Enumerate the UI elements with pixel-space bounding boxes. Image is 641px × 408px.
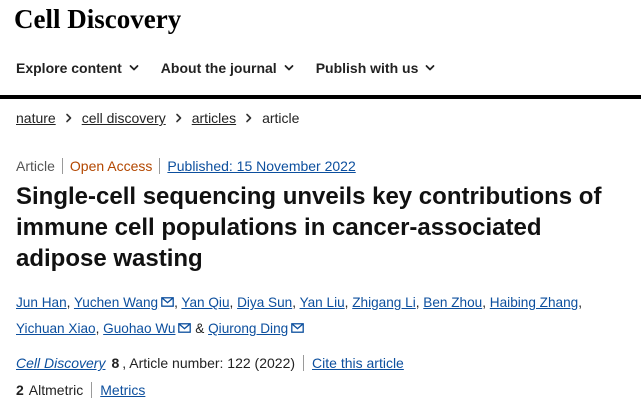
author-link[interactable]: Yan Qiu bbox=[181, 295, 229, 310]
breadcrumb-nature[interactable]: nature bbox=[16, 110, 56, 126]
altmetric-count: 2 bbox=[16, 382, 24, 398]
author-item: Guohao Wu bbox=[103, 321, 192, 336]
article-type: Article bbox=[16, 158, 55, 174]
author-item: Yichuan Xiao bbox=[16, 321, 96, 336]
chevron-right-icon bbox=[175, 113, 183, 123]
citation-line: Cell Discovery 8 , Article number: 122 (… bbox=[16, 355, 404, 371]
nav-about-the-journal[interactable]: About the journal bbox=[161, 60, 294, 76]
chevron-down-icon bbox=[129, 63, 139, 73]
breadcrumb-articles[interactable]: articles bbox=[192, 110, 236, 126]
nav-explore-content[interactable]: Explore content bbox=[16, 60, 139, 76]
author-link[interactable]: Yan Liu bbox=[300, 295, 345, 310]
author-link[interactable]: Yichuan Xiao bbox=[16, 321, 96, 336]
email-icon[interactable] bbox=[291, 323, 305, 333]
article-title: Single-cell sequencing unveils key contr… bbox=[16, 183, 602, 272]
breadcrumb-current: article bbox=[262, 110, 300, 126]
header-divider bbox=[0, 95, 641, 99]
citation-journal-link[interactable]: Cell Discovery bbox=[16, 355, 105, 371]
main-nav: Explore content About the journal Publis… bbox=[16, 58, 457, 78]
author-item: Ben Zhou bbox=[423, 295, 482, 310]
chevron-down-icon bbox=[284, 63, 294, 73]
author-item: Haibing Zhang bbox=[490, 295, 578, 310]
metrics-link[interactable]: Metrics bbox=[100, 382, 145, 398]
meta-divider bbox=[61, 158, 63, 174]
journal-title[interactable]: Cell Discovery bbox=[14, 4, 181, 35]
altmetric-label: Altmetric bbox=[28, 382, 84, 398]
citation-divider bbox=[303, 355, 305, 371]
citation-article-number: , Article number: 122 (2022) bbox=[122, 355, 296, 371]
author-item: Qiurong Ding bbox=[208, 321, 305, 336]
author-item: Jun Han bbox=[16, 295, 67, 310]
author-item: Diya Sun bbox=[237, 295, 292, 310]
email-icon[interactable] bbox=[161, 297, 174, 307]
author-link[interactable]: Zhigang Li bbox=[352, 295, 415, 310]
author-link[interactable]: Diya Sun bbox=[237, 295, 292, 310]
nav-item-label: Explore content bbox=[16, 60, 122, 76]
nav-item-label: Publish with us bbox=[315, 60, 419, 76]
author-link[interactable]: Haibing Zhang bbox=[490, 295, 578, 310]
article-meta: Article Open Access Published: 15 Novemb… bbox=[16, 158, 356, 174]
nav-publish-with-us[interactable]: Publish with us bbox=[316, 60, 436, 76]
author-item: Yuchen Wang bbox=[74, 295, 174, 310]
chevron-right-icon bbox=[65, 113, 73, 123]
author-link[interactable]: Ben Zhou bbox=[423, 295, 482, 310]
meta-divider bbox=[159, 158, 161, 174]
breadcrumb-cell-discovery[interactable]: cell discovery bbox=[82, 110, 166, 126]
author-item: Zhigang Li bbox=[352, 295, 415, 310]
author-list: Jun Han, Yuchen Wang, Yan Qiu, Diya Sun,… bbox=[16, 295, 582, 336]
nav-item-label: About the journal bbox=[160, 60, 277, 76]
metrics-divider bbox=[91, 382, 93, 398]
author-link[interactable]: Yuchen Wang bbox=[74, 295, 158, 310]
chevron-down-icon bbox=[425, 63, 435, 73]
published-date-link[interactable]: Published: 15 November 2022 bbox=[167, 158, 355, 174]
metrics-line: 2 Altmetric Metrics bbox=[16, 382, 145, 398]
breadcrumb: nature cell discovery articles article bbox=[16, 110, 299, 126]
author-link[interactable]: Jun Han bbox=[16, 295, 67, 310]
author-link[interactable]: Guohao Wu bbox=[103, 321, 175, 336]
author-link[interactable]: Qiurong Ding bbox=[208, 321, 288, 336]
citation-volume: 8 bbox=[111, 355, 120, 371]
cite-this-article-link[interactable]: Cite this article bbox=[312, 355, 404, 371]
email-icon[interactable] bbox=[178, 323, 192, 333]
chevron-right-icon bbox=[245, 113, 253, 123]
author-item: Yan Qiu bbox=[181, 295, 229, 310]
open-access-badge: Open Access bbox=[69, 158, 153, 174]
author-item: Yan Liu bbox=[300, 295, 345, 310]
